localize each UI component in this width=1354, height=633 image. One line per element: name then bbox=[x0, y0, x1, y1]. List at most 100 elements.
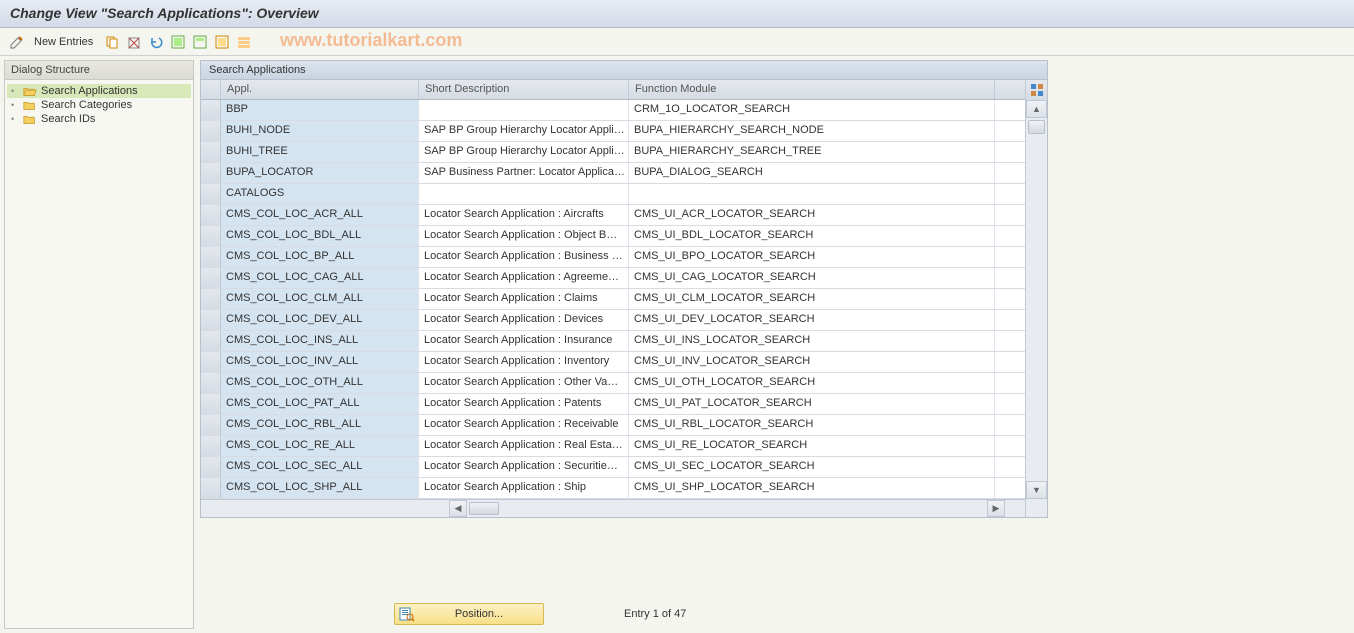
row-selector[interactable] bbox=[201, 478, 221, 498]
row-selector[interactable] bbox=[201, 436, 221, 456]
cell-desc[interactable]: Locator Search Application : Securitie… bbox=[419, 457, 629, 477]
cell-func[interactable]: CMS_UI_CAG_LOCATOR_SEARCH bbox=[629, 268, 995, 288]
row-selector[interactable] bbox=[201, 331, 221, 351]
select-block-icon[interactable] bbox=[191, 33, 209, 51]
cell-appl[interactable]: CMS_COL_LOC_ACR_ALL bbox=[221, 205, 419, 225]
undo-icon[interactable] bbox=[147, 33, 165, 51]
cell-desc[interactable]: Locator Search Application : Claims bbox=[419, 289, 629, 309]
cell-desc[interactable]: Locator Search Application : Patents bbox=[419, 394, 629, 414]
position-button[interactable]: Position... bbox=[394, 603, 544, 625]
cell-desc[interactable]: Locator Search Application : Object B… bbox=[419, 226, 629, 246]
cell-func[interactable]: CMS_UI_PAT_LOCATOR_SEARCH bbox=[629, 394, 995, 414]
cell-desc[interactable]: Locator Search Application : Business … bbox=[419, 247, 629, 267]
cell-appl[interactable]: CMS_COL_LOC_INS_ALL bbox=[221, 331, 419, 351]
cell-appl[interactable]: CMS_COL_LOC_OTH_ALL bbox=[221, 373, 419, 393]
cell-appl[interactable]: CMS_COL_LOC_BP_ALL bbox=[221, 247, 419, 267]
cell-func[interactable]: BUPA_HIERARCHY_SEARCH_TREE bbox=[629, 142, 995, 162]
cell-appl[interactable]: CMS_COL_LOC_RBL_ALL bbox=[221, 415, 419, 435]
cell-desc[interactable]: SAP BP Group Hierarchy Locator Appli… bbox=[419, 121, 629, 141]
cell-appl[interactable]: CMS_COL_LOC_CAG_ALL bbox=[221, 268, 419, 288]
sidebar-item-search-ids[interactable]: •Search IDs bbox=[7, 112, 191, 126]
cell-func[interactable]: CMS_UI_ACR_LOCATOR_SEARCH bbox=[629, 205, 995, 225]
row-selector[interactable] bbox=[201, 415, 221, 435]
scroll-down-icon[interactable]: ▼ bbox=[1026, 481, 1047, 499]
row-selector[interactable] bbox=[201, 184, 221, 204]
cell-appl[interactable]: BUHI_TREE bbox=[221, 142, 419, 162]
row-selector[interactable] bbox=[201, 268, 221, 288]
row-selector[interactable] bbox=[201, 142, 221, 162]
row-selector[interactable] bbox=[201, 100, 221, 120]
cell-appl[interactable]: CMS_COL_LOC_INV_ALL bbox=[221, 352, 419, 372]
cell-func[interactable]: CMS_UI_CLM_LOCATOR_SEARCH bbox=[629, 289, 995, 309]
copy-icon[interactable] bbox=[103, 33, 121, 51]
cell-func[interactable]: CMS_UI_DEV_LOCATOR_SEARCH bbox=[629, 310, 995, 330]
cell-func[interactable]: BUPA_DIALOG_SEARCH bbox=[629, 163, 995, 183]
table-settings-icon[interactable] bbox=[1025, 80, 1047, 100]
row-selector[interactable] bbox=[201, 163, 221, 183]
row-selector[interactable] bbox=[201, 247, 221, 267]
cell-func[interactable]: CMS_UI_INS_LOCATOR_SEARCH bbox=[629, 331, 995, 351]
vscroll-thumb[interactable] bbox=[1028, 120, 1045, 134]
row-selector[interactable] bbox=[201, 310, 221, 330]
cell-appl[interactable]: BBP bbox=[221, 100, 419, 120]
cell-appl[interactable]: CMS_COL_LOC_PAT_ALL bbox=[221, 394, 419, 414]
cell-desc[interactable]: SAP BP Group Hierarchy Locator Appli… bbox=[419, 142, 629, 162]
row-selector[interactable] bbox=[201, 289, 221, 309]
col-header-appl[interactable]: Appl. bbox=[221, 80, 419, 99]
cell-appl[interactable]: BUHI_NODE bbox=[221, 121, 419, 141]
cell-desc[interactable]: Locator Search Application : Receivable bbox=[419, 415, 629, 435]
row-selector[interactable] bbox=[201, 121, 221, 141]
scroll-right-icon[interactable]: ▶ bbox=[987, 500, 1005, 517]
cell-func[interactable]: CMS_UI_RBL_LOCATOR_SEARCH bbox=[629, 415, 995, 435]
cell-desc[interactable]: Locator Search Application : Other Va… bbox=[419, 373, 629, 393]
deselect-all-icon[interactable] bbox=[213, 33, 231, 51]
cell-func[interactable]: CMS_UI_SHP_LOCATOR_SEARCH bbox=[629, 478, 995, 498]
cell-func[interactable]: CMS_UI_OTH_LOCATOR_SEARCH bbox=[629, 373, 995, 393]
hscroll-track[interactable] bbox=[469, 500, 985, 517]
cell-func[interactable]: BUPA_HIERARCHY_SEARCH_NODE bbox=[629, 121, 995, 141]
cell-func[interactable]: CRM_1O_LOCATOR_SEARCH bbox=[629, 100, 995, 120]
scroll-up-icon[interactable]: ▲ bbox=[1026, 100, 1047, 118]
cell-func[interactable] bbox=[629, 184, 995, 204]
cell-appl[interactable]: CMS_COL_LOC_RE_ALL bbox=[221, 436, 419, 456]
cell-func[interactable]: CMS_UI_SEC_LOCATOR_SEARCH bbox=[629, 457, 995, 477]
col-header-desc[interactable]: Short Description bbox=[419, 80, 629, 99]
cell-appl[interactable]: CMS_COL_LOC_DEV_ALL bbox=[221, 310, 419, 330]
cell-appl[interactable]: CMS_COL_LOC_BDL_ALL bbox=[221, 226, 419, 246]
row-selector[interactable] bbox=[201, 352, 221, 372]
row-selector[interactable] bbox=[201, 226, 221, 246]
cell-appl[interactable]: CMS_COL_LOC_SEC_ALL bbox=[221, 457, 419, 477]
cell-func[interactable]: CMS_UI_INV_LOCATOR_SEARCH bbox=[629, 352, 995, 372]
cell-func[interactable]: CMS_UI_BPO_LOCATOR_SEARCH bbox=[629, 247, 995, 267]
cell-appl[interactable]: CMS_COL_LOC_CLM_ALL bbox=[221, 289, 419, 309]
cell-appl[interactable]: BUPA_LOCATOR bbox=[221, 163, 419, 183]
cell-appl[interactable]: CMS_COL_LOC_SHP_ALL bbox=[221, 478, 419, 498]
cell-desc[interactable]: Locator Search Application : Inventory bbox=[419, 352, 629, 372]
row-selector[interactable] bbox=[201, 205, 221, 225]
hscroll-thumb[interactable] bbox=[469, 502, 499, 515]
row-handle-header[interactable] bbox=[201, 80, 221, 99]
cell-desc[interactable]: Locator Search Application : Real Esta… bbox=[419, 436, 629, 456]
change-icon[interactable] bbox=[8, 33, 26, 51]
cell-desc[interactable]: Locator Search Application : Devices bbox=[419, 310, 629, 330]
row-selector[interactable] bbox=[201, 457, 221, 477]
cell-func[interactable]: CMS_UI_BDL_LOCATOR_SEARCH bbox=[629, 226, 995, 246]
config-icon[interactable] bbox=[235, 33, 253, 51]
col-header-func[interactable]: Function Module bbox=[629, 80, 995, 99]
sidebar-item-search-categories[interactable]: •Search Categories bbox=[7, 98, 191, 112]
select-all-icon[interactable] bbox=[169, 33, 187, 51]
row-selector[interactable] bbox=[201, 394, 221, 414]
vscroll-track[interactable] bbox=[1026, 118, 1047, 481]
cell-appl[interactable]: CATALOGS bbox=[221, 184, 419, 204]
cell-desc[interactable]: Locator Search Application : Insurance bbox=[419, 331, 629, 351]
row-selector[interactable] bbox=[201, 373, 221, 393]
cell-func[interactable]: CMS_UI_RE_LOCATOR_SEARCH bbox=[629, 436, 995, 456]
cell-desc[interactable]: Locator Search Application : Agreeme… bbox=[419, 268, 629, 288]
new-entries-button[interactable]: New Entries bbox=[34, 36, 93, 48]
delete-icon[interactable] bbox=[125, 33, 143, 51]
sidebar-item-search-applications[interactable]: •Search Applications bbox=[7, 84, 191, 98]
cell-desc[interactable]: Locator Search Application : Ship bbox=[419, 478, 629, 498]
cell-desc[interactable] bbox=[419, 184, 629, 204]
scroll-left-icon[interactable]: ◀ bbox=[449, 500, 467, 517]
cell-desc[interactable]: Locator Search Application : Aircrafts bbox=[419, 205, 629, 225]
